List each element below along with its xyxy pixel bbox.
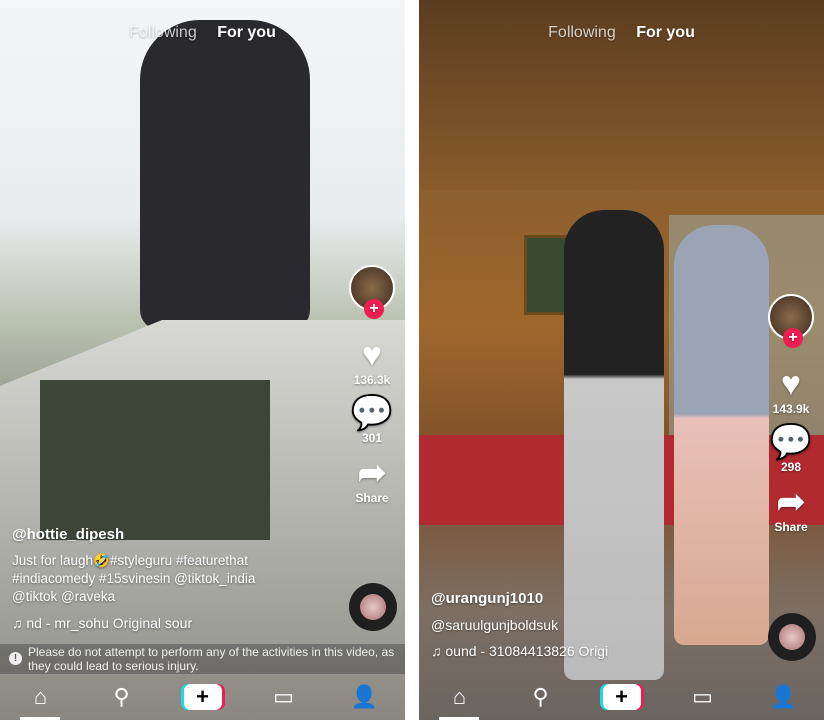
heart-icon[interactable]: ♥	[347, 337, 397, 373]
share-icon[interactable]: ➦	[347, 455, 397, 491]
video-car-window	[40, 380, 270, 540]
username[interactable]: @hottie_dipesh	[12, 526, 282, 544]
video-screen-2[interactable]: Following For you + ♥ 143.9k 💬 298 ➦ Sha…	[419, 0, 824, 720]
action-sidebar: + ♥ 136.3k 💬 301 ➦ Share	[347, 265, 397, 505]
heart-icon[interactable]: ♥	[766, 366, 816, 402]
inbox-icon[interactable]: ▭	[254, 684, 314, 710]
video-description: Just for laugh🤣#styleguru #featurethat #…	[12, 553, 256, 604]
home-icon[interactable]: ⌂	[11, 684, 71, 710]
sound-row[interactable]: ♫ ound - 31084413826 Origi	[431, 642, 701, 660]
video-dancer-right	[674, 225, 769, 645]
share-label: Share	[774, 520, 808, 534]
create-button[interactable]: +	[173, 684, 233, 710]
follow-plus-icon[interactable]: +	[783, 328, 803, 348]
tab-following[interactable]: Following	[548, 24, 616, 41]
sound-name: nd - mr_sohu Original sour	[26, 615, 193, 631]
creator-avatar[interactable]: +	[768, 294, 814, 348]
like-count: 143.9k	[772, 402, 810, 416]
tab-following[interactable]: Following	[129, 24, 197, 41]
feed-tabs: Following For you	[0, 24, 405, 42]
video-info: @hottie_dipesh Just for laugh🤣#styleguru…	[12, 526, 282, 632]
sound-disc[interactable]	[349, 583, 397, 631]
profile-icon[interactable]: 👤	[754, 684, 814, 710]
comment-icon[interactable]: 💬	[347, 395, 397, 431]
video-subject	[140, 20, 310, 330]
like-count: 136.3k	[353, 373, 391, 387]
sound-disc-image	[779, 624, 805, 650]
feed-tabs: Following For you	[419, 24, 824, 42]
create-plus-icon: +	[602, 684, 641, 710]
share-label: Share	[355, 491, 389, 505]
profile-icon[interactable]: 👤	[335, 684, 395, 710]
creator-avatar[interactable]: +	[349, 265, 395, 319]
create-plus-icon: +	[183, 684, 222, 710]
video-description[interactable]: @saruulgunjboldsuk	[431, 616, 701, 634]
sound-row[interactable]: ♫ nd - mr_sohu Original sour	[12, 614, 282, 632]
warning-icon: !	[9, 652, 22, 665]
username[interactable]: @urangunj1010	[431, 590, 701, 608]
home-icon[interactable]: ⌂	[430, 684, 490, 710]
video-screen-1[interactable]: Following For you + ♥ 136.3k 💬 301 ➦ Sha…	[0, 0, 405, 720]
follow-plus-icon[interactable]: +	[364, 299, 384, 319]
sound-name: ound - 31084413826 Origi	[445, 643, 609, 659]
sound-disc-image	[360, 594, 386, 620]
search-icon[interactable]: ⚲	[511, 684, 571, 710]
comment-count: 298	[780, 460, 802, 474]
tab-for-you[interactable]: For you	[636, 24, 695, 41]
create-button[interactable]: +	[592, 684, 652, 710]
inbox-icon[interactable]: ▭	[673, 684, 733, 710]
bottom-nav: ⌂ ⚲ + ▭ 👤	[0, 674, 405, 720]
tab-for-you[interactable]: For you	[217, 24, 276, 41]
safety-warning: ! Please do not attempt to perform any of…	[0, 644, 405, 674]
search-icon[interactable]: ⚲	[92, 684, 152, 710]
music-note-icon: ♫	[431, 643, 446, 659]
video-info: @urangunj1010 @saruulgunjboldsuk ♫ ound …	[431, 590, 701, 660]
warning-text: Please do not attempt to perform any of …	[28, 645, 395, 673]
bottom-nav: ⌂ ⚲ + ▭ 👤	[419, 674, 824, 720]
comment-icon[interactable]: 💬	[766, 424, 816, 460]
sound-disc[interactable]	[768, 613, 816, 661]
share-icon[interactable]: ➦	[766, 484, 816, 520]
comment-count: 301	[361, 431, 383, 445]
music-note-icon: ♫	[12, 615, 27, 631]
action-sidebar: + ♥ 143.9k 💬 298 ➦ Share	[766, 294, 816, 534]
